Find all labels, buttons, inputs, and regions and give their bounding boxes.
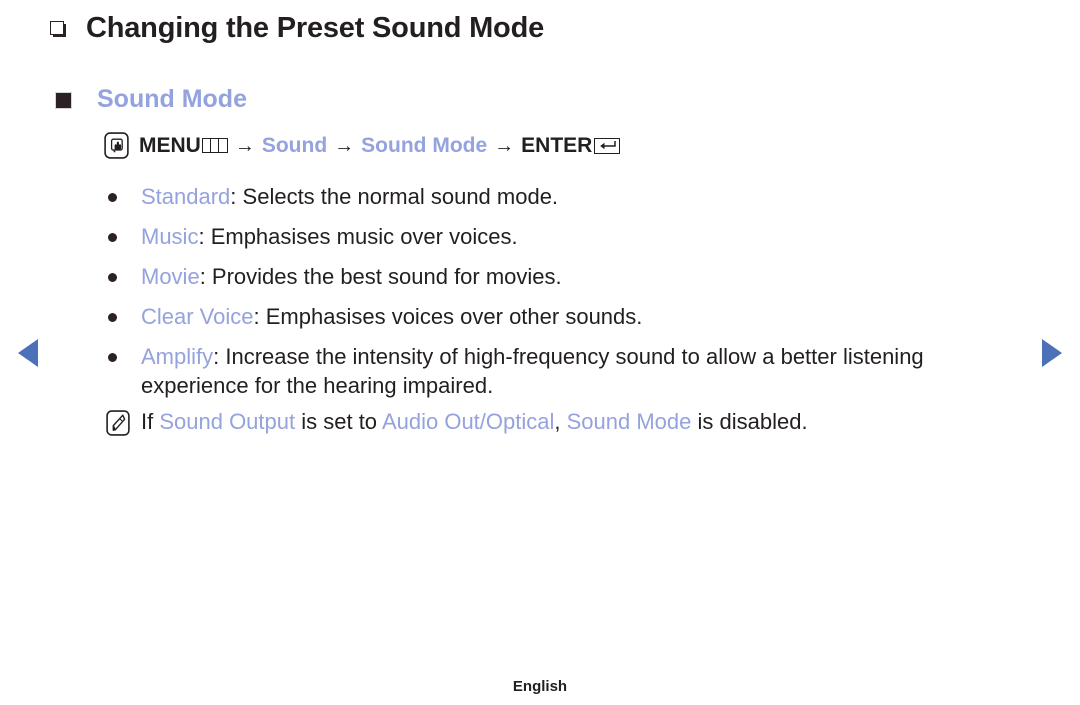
list-item: Clear Voice: Emphasises voices over othe… xyxy=(108,302,988,331)
note-part-2: is set to xyxy=(295,409,382,434)
sound-mode-list: Standard: Selects the normal sound mode.… xyxy=(108,182,988,400)
section-heading: Sound Mode xyxy=(97,85,247,113)
mode-name: Music xyxy=(141,224,199,250)
page-title: Changing the Preset Sound Mode xyxy=(86,12,545,44)
list-item: Standard: Selects the normal sound mode. xyxy=(108,182,988,211)
list-item-text: Amplify: Increase the intensity of high-… xyxy=(141,342,961,400)
mode-description: Emphasises voices over other sounds. xyxy=(265,304,643,330)
mode-description: Emphasises music over voices. xyxy=(210,224,518,250)
list-item: Amplify: Increase the intensity of high-… xyxy=(108,342,988,400)
note-part-1: If xyxy=(141,409,160,434)
list-item-text: Standard: Selects the normal sound mode. xyxy=(141,182,558,211)
note-part-4: is disabled. xyxy=(691,409,808,434)
menu-keys-icon xyxy=(201,138,228,153)
bullet-dot-icon xyxy=(108,193,117,202)
list-item-text: Movie: Provides the best sound for movie… xyxy=(141,262,562,291)
menu-label: MENU xyxy=(139,134,201,157)
mode-separator: : xyxy=(199,264,212,290)
note-keyword-sound-mode: Sound Mode xyxy=(566,409,692,434)
oo-press-icon xyxy=(104,132,129,159)
filled-square-bullet-icon xyxy=(55,92,72,109)
section-heading-row: Sound Mode xyxy=(55,84,247,115)
menu-step-sound: Sound xyxy=(261,134,328,157)
hollow-square-bullet-icon xyxy=(50,21,66,37)
mode-separator: : xyxy=(198,224,211,250)
note-text: If Sound Output is set to Audio Out/Opti… xyxy=(141,408,808,437)
list-item-text: Clear Voice: Emphasises voices over othe… xyxy=(141,302,642,331)
path-arrow-2: → xyxy=(334,134,355,157)
enter-return-icon xyxy=(594,137,621,154)
previous-page-arrow-icon[interactable] xyxy=(18,339,38,367)
list-item: Movie: Provides the best sound for movie… xyxy=(108,262,988,291)
enter-label: ENTER xyxy=(521,134,593,157)
bullet-dot-icon xyxy=(108,353,117,363)
bullet-dot-icon xyxy=(108,313,117,323)
nn-note-icon xyxy=(106,410,130,436)
menu-step-sound-mode: Sound Mode xyxy=(361,134,488,157)
note-keyword-audio-out-optical: Audio Out/Optical xyxy=(381,409,555,434)
menu-path-row: MENU → Sound → Sound Mode → ENTER xyxy=(104,132,621,159)
mode-name: Standard xyxy=(141,184,231,209)
path-arrow-1: → xyxy=(234,134,255,157)
note-part-3: , xyxy=(554,409,567,434)
note-keyword-sound-output: Sound Output xyxy=(159,409,296,434)
note-row: If Sound Output is set to Audio Out/Opti… xyxy=(106,408,808,437)
page-title-row: Changing the Preset Sound Mode xyxy=(50,10,544,46)
mode-description: Selects the normal sound mode. xyxy=(242,184,559,209)
bullet-dot-icon xyxy=(108,233,117,243)
list-item-text: Music: Emphasises music over voices. xyxy=(141,222,518,251)
menu-path-text: MENU → Sound → Sound Mode → ENTER xyxy=(139,134,621,157)
mode-separator: : xyxy=(253,304,266,330)
path-arrow-3: → xyxy=(494,134,515,157)
next-page-arrow-icon[interactable] xyxy=(1042,339,1062,367)
list-item: Music: Emphasises music over voices. xyxy=(108,222,988,251)
bullet-dot-icon xyxy=(108,273,117,283)
footer-language-label: English xyxy=(512,678,568,695)
mode-description: Provides the best sound for movies. xyxy=(211,264,562,290)
mode-name: Amplify xyxy=(141,344,214,370)
mode-description: Increase the intensity of high-frequency… xyxy=(141,344,924,399)
mode-name: Clear Voice xyxy=(141,304,254,330)
mode-separator: : xyxy=(213,344,226,370)
mode-name: Movie xyxy=(141,264,200,290)
mode-separator: : xyxy=(230,184,243,209)
